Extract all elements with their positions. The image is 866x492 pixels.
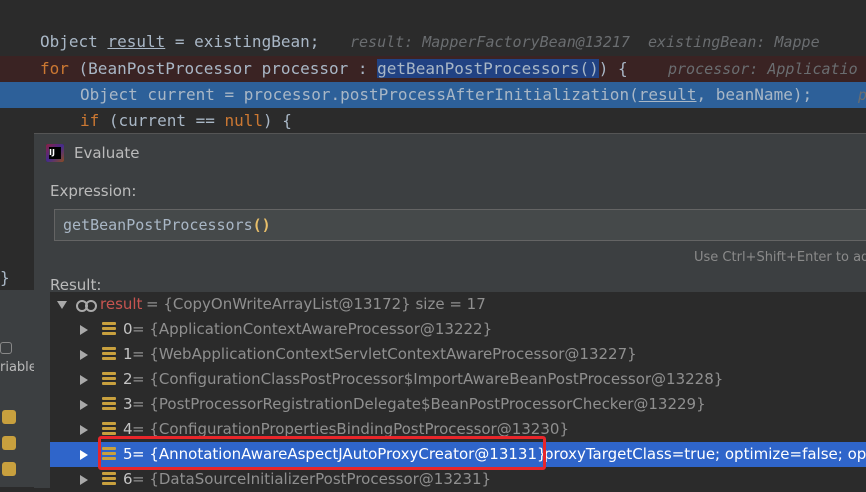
evaluate-dialog: IJ Evaluate Expression: getBeanPostProce… [34, 133, 866, 488]
field-icon [2, 410, 16, 424]
code-text: (current == [99, 111, 225, 130]
shortcut-hint: Use Ctrl+Shift+Enter to add [694, 250, 866, 265]
expand-arrow-icon[interactable] [80, 325, 88, 335]
code-line-current: Object current = processor.postProcessAf… [0, 82, 866, 108]
expression-input[interactable]: getBeanPostProcessors() [54, 209, 866, 241]
expand-arrow-icon[interactable] [80, 375, 88, 385]
field-icon [102, 397, 116, 411]
code-text: (BeanPostProcessor processor : [68, 59, 378, 78]
code-text: ) { [263, 111, 292, 130]
intellij-logo-icon: IJ [46, 144, 64, 162]
expression-label: Expression: [50, 182, 137, 200]
field-icon [102, 472, 116, 486]
code-text: Object current = processor.postProcessAf… [80, 85, 639, 104]
dialog-title: Evaluate [74, 144, 140, 162]
code-keyword: for [40, 59, 69, 78]
expand-arrow-icon[interactable] [80, 475, 88, 485]
code-line: Object result = existingBean; result: Ma… [0, 29, 866, 55]
item-value: = {WebApplicationContextServletContextAw… [132, 345, 637, 363]
tree-row[interactable]: 6 = {DataSourceInitializerPostProcessor@… [50, 467, 866, 492]
item-value: = {PostProcessorRegistrationDelegate$Bea… [132, 395, 706, 413]
code-selection: getBeanPostProcessors() [377, 59, 599, 78]
settings-icon[interactable] [0, 342, 12, 354]
inline-debug-hint: result: MapperFactoryBean@13217 existing… [350, 33, 820, 51]
expand-arrow-icon[interactable] [80, 350, 88, 360]
code-brace: } [0, 268, 10, 287]
field-icon [102, 347, 116, 361]
tree-row-root[interactable]: result = {CopyOnWriteArrayList@13172} si… [50, 292, 866, 317]
inline-debug-hint: processor: Applicatio [668, 60, 858, 78]
tree-row[interactable]: 1 = {WebApplicationContextServletContext… [50, 342, 866, 367]
tree-row[interactable]: 2 = {ConfigurationClassPostProcessor$Imp… [50, 367, 866, 392]
expression-parens: () [252, 216, 271, 234]
inline-debug-hint: p [858, 82, 866, 108]
code-keyword: if [80, 111, 100, 130]
field-icon [102, 322, 116, 336]
field-icon [2, 436, 16, 450]
item-field-preview: proxyTargetClass=true; optimize=false; o… [544, 445, 866, 463]
code-variable: result [638, 85, 697, 104]
code-text: Object [40, 32, 108, 51]
expression-text: getBeanPostProcessors [63, 216, 253, 234]
code-text: , beanName); [696, 85, 813, 104]
collapse-arrow-icon[interactable] [57, 301, 67, 309]
tree-row[interactable]: 0 = {ApplicationContextAwareProcessor@13… [50, 317, 866, 342]
item-value: = {ConfigurationClassPostProcessor$Impor… [132, 370, 724, 388]
code-line: if (current == null) { [0, 108, 866, 134]
code-line: for (BeanPostProcessor processor : getBe… [0, 56, 866, 82]
expand-arrow-icon[interactable] [80, 425, 88, 435]
field-icon [102, 422, 116, 436]
expand-arrow-icon[interactable] [80, 450, 88, 460]
field-icon [102, 372, 116, 386]
watch-icon [76, 298, 97, 312]
code-text: = existingBean; [165, 32, 320, 51]
code-variable: result [107, 32, 166, 51]
item-value: = {ApplicationContextAwareProcessor@1322… [132, 320, 493, 338]
item-value: = {DataSourceInitializerPostProcessor@13… [132, 470, 492, 488]
variable-value: = {CopyOnWriteArrayList@13172} size = 17 [146, 295, 486, 313]
code-text: ) { [598, 59, 628, 78]
field-icon [2, 462, 16, 476]
code-keyword: null [224, 111, 264, 130]
expand-arrow-icon[interactable] [80, 400, 88, 410]
tree-row[interactable]: 3 = {PostProcessorRegistrationDelegate$B… [50, 392, 866, 417]
variable-name: result [100, 295, 143, 313]
highlight-annotation [98, 436, 546, 470]
dialog-title-bar[interactable]: IJ Evaluate [34, 134, 866, 172]
